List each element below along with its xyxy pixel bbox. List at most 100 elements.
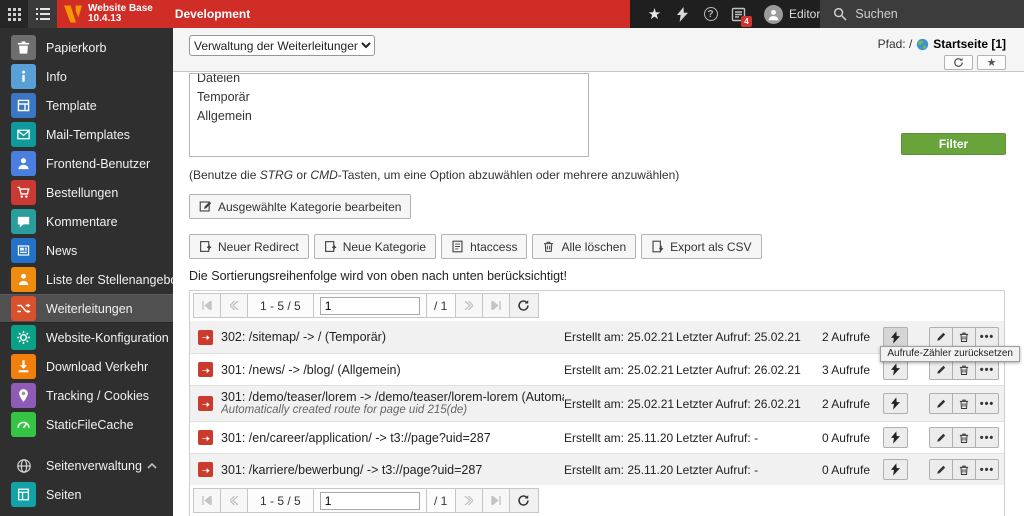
- sidebar-item-template[interactable]: Template: [0, 91, 173, 120]
- table-row[interactable]: 301: /karriere/bewerbung/ -> t3://page?u…: [190, 453, 1004, 485]
- last-page-button[interactable]: [481, 293, 510, 318]
- sidebar-section-header[interactable]: Seitenverwaltung: [0, 452, 173, 480]
- person-icon: [11, 267, 36, 292]
- listbox-option[interactable]: Dateien: [190, 74, 588, 88]
- user-menu[interactable]: Editor: [764, 4, 821, 24]
- filter-button[interactable]: Filter: [901, 133, 1006, 155]
- new-category-button[interactable]: Neue Kategorie: [313, 234, 437, 259]
- reset-counter-button[interactable]: [883, 359, 908, 380]
- refresh-button[interactable]: [944, 55, 973, 70]
- reload-list-button[interactable]: [508, 488, 539, 513]
- prev-page-button[interactable]: [220, 293, 248, 318]
- redirects-table: 1 - 5 / 5 / 1 302: /sitemap/ -> / (Tempo…: [189, 290, 1005, 516]
- reset-counter-button[interactable]: [883, 326, 908, 348]
- sidebar-item-mail-templates[interactable]: Mail-Templates: [0, 120, 173, 149]
- notifications-icon[interactable]: 4: [730, 6, 752, 27]
- new-redirect-button[interactable]: Neuer Redirect: [189, 234, 309, 259]
- reload-list-button[interactable]: [508, 293, 539, 318]
- edit-button[interactable]: [929, 427, 953, 448]
- topbar: Website Base 10.4.13 Development ★ ? 4 E…: [0, 0, 1024, 28]
- more-actions-button[interactable]: •••: [975, 393, 999, 414]
- sidebar-item-website-konfiguration[interactable]: Website-Konfiguration: [0, 323, 173, 352]
- sidebar-item-info[interactable]: Info: [0, 62, 173, 91]
- htaccess-button[interactable]: htaccess: [441, 234, 528, 259]
- help-icon[interactable]: ?: [702, 6, 719, 23]
- more-actions-button[interactable]: •••: [975, 326, 999, 348]
- sidebar-item-staticfilecache[interactable]: StaticFileCache: [0, 410, 173, 439]
- delete-button[interactable]: [952, 326, 976, 348]
- sidebar-item-bestellungen[interactable]: Bestellungen: [0, 178, 173, 207]
- list-icon: [35, 8, 50, 20]
- document-plus-icon: [199, 240, 212, 253]
- document-export-icon: [651, 240, 664, 253]
- delete-button[interactable]: [952, 393, 976, 414]
- edit-category-button[interactable]: Ausgewählte Kategorie bearbeiten: [189, 194, 412, 219]
- module-menu-toggle-button[interactable]: [28, 0, 57, 28]
- sidebar-item-weiterleitungen[interactable]: Weiterleitungen: [0, 294, 173, 323]
- sidebar-item-seiten[interactable]: Seiten: [0, 480, 173, 509]
- reset-counter-button[interactable]: [883, 459, 908, 480]
- reset-counter-button[interactable]: [883, 427, 908, 448]
- function-select[interactable]: Verwaltung der Weiterleitungen: [189, 35, 375, 56]
- delete-all-button[interactable]: Alle löschen: [532, 234, 637, 259]
- sidebar-item-frontend-benutzer[interactable]: Frontend-Benutzer: [0, 149, 173, 178]
- more-actions-button[interactable]: •••: [975, 459, 999, 480]
- bookmark-button[interactable]: ★: [977, 55, 1006, 70]
- download-icon: [11, 354, 36, 379]
- edit-button[interactable]: [929, 326, 953, 348]
- search-field[interactable]: Suchen: [820, 0, 1024, 28]
- export-csv-button[interactable]: Export als CSV: [641, 234, 762, 259]
- user-name: Editor: [789, 7, 821, 21]
- document-icon: [451, 240, 464, 253]
- sidebar-item-papierkorb[interactable]: Papierkorb: [0, 33, 173, 62]
- sidebar-item-kommentare[interactable]: Kommentare: [0, 207, 173, 236]
- clear-cache-icon[interactable]: [674, 6, 691, 23]
- hit-count: 0 Aufrufe: [821, 430, 870, 445]
- location-pin-icon: [11, 383, 36, 408]
- chevron-up-icon: [147, 463, 157, 469]
- edit-button[interactable]: [929, 393, 953, 414]
- sidebar-item-download-verkehr[interactable]: Download Verkehr: [0, 352, 173, 381]
- last-page-button[interactable]: [481, 488, 510, 513]
- delete-button[interactable]: [952, 427, 976, 448]
- bookmarks-icon[interactable]: ★: [646, 6, 663, 23]
- hit-count: 0 Aufrufe: [821, 462, 870, 477]
- listbox-option[interactable]: Temporär: [190, 88, 588, 107]
- sidebar-item-news[interactable]: News: [0, 236, 173, 265]
- pagination-top: 1 - 5 / 5 / 1: [193, 293, 1004, 318]
- first-page-button[interactable]: [193, 488, 221, 513]
- prev-page-button[interactable]: [220, 488, 248, 513]
- typo3-logo-icon: [63, 5, 83, 23]
- sidebar-item-stellenangebote[interactable]: Liste der Stellenangebote: [0, 265, 173, 294]
- hit-count: 2 Aufrufe: [821, 396, 870, 411]
- category-listbox[interactable]: Dateien Temporär Allgemein: [189, 73, 589, 157]
- delete-button[interactable]: [952, 459, 976, 480]
- search-icon: [833, 7, 847, 21]
- listbox-option[interactable]: Allgemein: [190, 107, 588, 126]
- redirect-record-icon: [198, 396, 213, 411]
- cart-icon: [11, 180, 36, 205]
- page-number-input[interactable]: [319, 296, 420, 315]
- sidebar-item-tracking-cookies[interactable]: Tracking / Cookies: [0, 381, 173, 410]
- edit-button[interactable]: [929, 459, 953, 480]
- notification-badge: 4: [741, 15, 752, 27]
- topbar-brand[interactable]: Website Base 10.4.13 Development: [57, 0, 630, 28]
- page-number-input[interactable]: [319, 491, 420, 510]
- table-row[interactable]: 301: /en/career/application/ -> t3://pag…: [190, 421, 1004, 453]
- next-page-button[interactable]: [454, 293, 483, 318]
- delete-button[interactable]: [952, 359, 976, 380]
- sort-hint: Die Sortierungsreihenfolge wird von oben…: [189, 269, 568, 283]
- globe-icon: [11, 454, 36, 479]
- more-actions-button[interactable]: •••: [975, 427, 999, 448]
- table-row[interactable]: 301: /demo/teaser/lorem -> /demo/teaser/…: [190, 385, 1004, 421]
- reset-counter-button[interactable]: [883, 393, 908, 414]
- modules-grid-button[interactable]: [0, 0, 28, 28]
- more-actions-button[interactable]: •••: [975, 359, 999, 380]
- gauge-icon: [11, 412, 36, 437]
- pagination-total: / 1: [425, 293, 456, 318]
- next-page-button[interactable]: [454, 488, 483, 513]
- edit-button[interactable]: [929, 359, 953, 380]
- info-icon: [11, 64, 36, 89]
- app-window: Website Base 10.4.13 Development ★ ? 4 E…: [0, 0, 1024, 516]
- first-page-button[interactable]: [193, 293, 221, 318]
